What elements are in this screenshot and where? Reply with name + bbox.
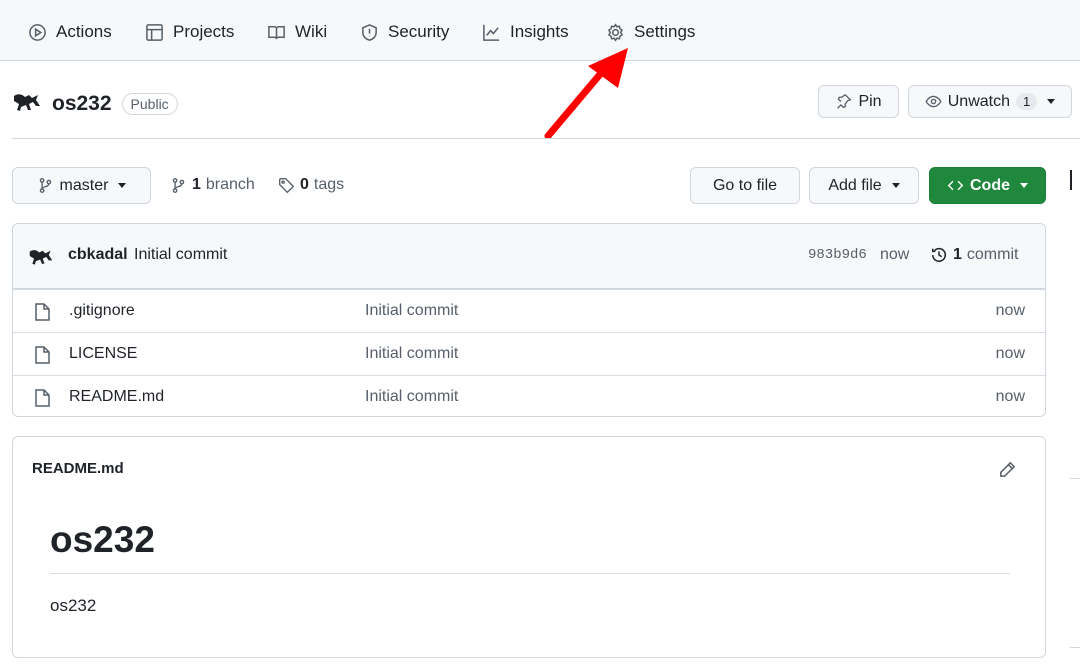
- play-circle-icon: [29, 23, 46, 41]
- latest-commit-bar: cbkadal Initial commit 983b9d6 now 1 com…: [13, 224, 1045, 289]
- owner-avatar[interactable]: [12, 86, 42, 121]
- repo-header: os232 Public: [12, 86, 178, 121]
- file-commit-message[interactable]: Initial commit: [365, 302, 458, 320]
- commit-word: commit: [966, 246, 1019, 263]
- pin-button[interactable]: Pin: [818, 85, 899, 118]
- file-age: now: [995, 388, 1025, 405]
- tag-icon: [279, 177, 295, 193]
- tab-label: Wiki: [295, 22, 328, 41]
- file-commit-message[interactable]: Initial commit: [365, 345, 458, 363]
- table-icon: [146, 23, 163, 41]
- watch-count: 1: [1016, 93, 1038, 110]
- avatar-image: [14, 94, 40, 111]
- file-commit-message[interactable]: Initial commit: [365, 388, 458, 406]
- branches-link[interactable]: 1 branch: [170, 176, 255, 194]
- file-age: now: [995, 302, 1025, 319]
- tag-count: 0: [300, 176, 309, 193]
- file-row: .gitignore Initial commit now: [13, 289, 1045, 332]
- file-name[interactable]: .gitignore: [69, 302, 135, 320]
- code-icon: [947, 180, 964, 191]
- tab-actions[interactable]: Actions: [28, 18, 112, 46]
- unwatch-button[interactable]: Unwatch 1: [908, 85, 1072, 118]
- sidebar-divider: [1070, 478, 1080, 479]
- file-row: README.md Initial commit now: [13, 375, 1045, 416]
- file-name[interactable]: LICENSE: [69, 345, 137, 363]
- tab-label: Actions: [56, 22, 112, 41]
- code-label: Code: [970, 176, 1010, 194]
- pencil-icon[interactable]: [998, 460, 1017, 479]
- tab-settings[interactable]: Settings: [606, 18, 695, 46]
- commit-age: now: [880, 246, 910, 263]
- tab-label: Projects: [173, 22, 235, 41]
- pin-icon: [837, 94, 852, 109]
- tab-projects[interactable]: Projects: [145, 18, 234, 46]
- readme-body: os232: [50, 596, 97, 615]
- tab-label: Settings: [634, 22, 696, 41]
- commit-count: 1: [953, 246, 962, 263]
- chevron-down-icon: [1020, 183, 1028, 188]
- repo-name[interactable]: os232: [52, 92, 112, 116]
- file-list-box: cbkadal Initial commit 983b9d6 now 1 com…: [12, 223, 1046, 417]
- readme-box: README.md os232 os232: [12, 436, 1046, 658]
- commit-message[interactable]: Initial commit: [134, 246, 227, 264]
- add-file-button[interactable]: Add file: [809, 167, 919, 204]
- branch-select-button[interactable]: master: [12, 167, 151, 204]
- header-divider: [12, 138, 1080, 139]
- tab-label: Security: [388, 22, 450, 41]
- add-file-label: Add file: [828, 176, 882, 194]
- readme-heading: os232: [50, 519, 155, 560]
- pin-label: Pin: [858, 92, 882, 110]
- visibility-badge: Public: [121, 92, 178, 115]
- file-icon: [35, 389, 50, 407]
- branch-icon: [172, 177, 185, 193]
- sidebar-heading-fragment: [1070, 170, 1080, 190]
- file-name[interactable]: README.md: [69, 388, 164, 406]
- sidebar-divider: [1070, 647, 1080, 648]
- go-to-file-label: Go to file: [712, 176, 778, 194]
- gear-icon: [607, 22, 624, 42]
- commit-author[interactable]: cbkadal: [68, 246, 128, 264]
- branch-count: 1: [192, 176, 201, 193]
- chevron-down-icon: [118, 183, 127, 188]
- shield-icon: [362, 23, 377, 41]
- annotation-arrow: [544, 48, 628, 139]
- branch-word: branch: [205, 176, 255, 193]
- file-icon: [35, 346, 50, 364]
- tags-link[interactable]: 0 tags: [278, 176, 344, 194]
- tag-word: tags: [313, 176, 345, 193]
- readme-filename[interactable]: README.md: [32, 460, 124, 477]
- tab-insights[interactable]: Insights: [482, 18, 569, 46]
- commit-sha[interactable]: 983b9d6: [808, 247, 867, 263]
- branch-name: master: [59, 176, 109, 194]
- history-icon: [931, 247, 947, 262]
- go-to-file-button[interactable]: Go to file: [690, 167, 800, 204]
- readme-heading-rule: [50, 573, 1010, 574]
- branch-icon: [39, 178, 51, 193]
- code-button[interactable]: Code: [929, 167, 1046, 204]
- book-icon: [268, 25, 285, 39]
- graph-icon: [483, 24, 500, 41]
- file-row: LICENSE Initial commit now: [13, 332, 1045, 375]
- file-age: now: [995, 345, 1025, 362]
- tab-security[interactable]: Security: [360, 18, 449, 46]
- tab-wiki[interactable]: Wiki: [267, 18, 327, 46]
- chevron-down-icon: [891, 183, 900, 188]
- author-avatar[interactable]: [27, 243, 55, 269]
- unwatch-label: Unwatch: [947, 92, 1010, 110]
- chevron-down-icon: [1047, 99, 1056, 104]
- commits-link[interactable]: 1 commit: [930, 246, 1018, 264]
- eye-icon: [925, 95, 942, 108]
- tab-label: Insights: [510, 22, 569, 41]
- file-icon: [35, 303, 50, 321]
